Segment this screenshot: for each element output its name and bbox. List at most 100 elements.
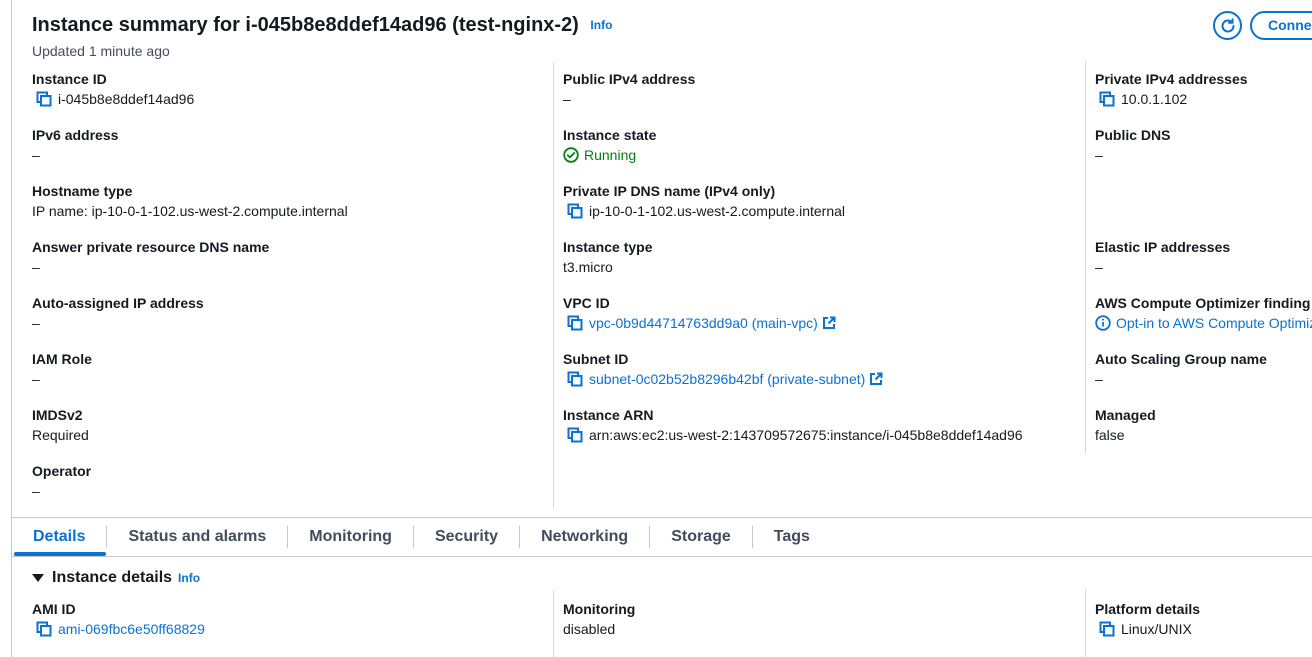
field-value-text: 10.0.1.102 bbox=[1121, 91, 1188, 107]
field-instance-state: Instance state Running bbox=[563, 125, 656, 165]
field-label: IAM Role bbox=[32, 351, 92, 367]
page-title-text: Instance summary for i-045b8e8ddef14ad96… bbox=[32, 14, 579, 36]
field-value-text: – bbox=[32, 259, 40, 275]
caret-down-icon bbox=[32, 574, 44, 582]
field-label: IMDSv2 bbox=[32, 407, 83, 423]
field-value-text: – bbox=[1095, 259, 1103, 275]
field-value-text: Linux/UNIX bbox=[1121, 621, 1192, 637]
field-value: – bbox=[1095, 369, 1312, 389]
field-value[interactable]: ami-069fbc6e50ff68829 bbox=[32, 619, 205, 639]
field-value: – bbox=[563, 89, 695, 109]
field-value-text: false bbox=[1095, 427, 1125, 443]
field-value-text: arn:aws:ec2:us-west-2:143709572675:insta… bbox=[589, 427, 1023, 443]
field-label: Instance state bbox=[563, 127, 657, 143]
field-value-text: – bbox=[32, 147, 40, 163]
column-divider bbox=[1085, 62, 1086, 454]
copy-icon[interactable] bbox=[567, 315, 583, 331]
copy-icon[interactable] bbox=[1099, 91, 1115, 107]
field-label: Hostname type bbox=[32, 183, 133, 199]
field-label: Private IPv4 addresses bbox=[1095, 71, 1248, 87]
copy-icon[interactable] bbox=[567, 203, 583, 219]
field-aws-compute-optimizer-finding: AWS Compute Optimizer finding Opt-in to A… bbox=[1095, 293, 1312, 333]
tab-monitoring[interactable]: Monitoring bbox=[288, 518, 413, 556]
field-private-ip-dns-name-ipv4-only: Private IP DNS name (IPv4 only) ip-10-0-1… bbox=[563, 181, 845, 221]
field-label: Instance type bbox=[563, 239, 653, 255]
copy-icon[interactable] bbox=[36, 91, 52, 107]
copy-icon[interactable] bbox=[1099, 621, 1115, 637]
field-public-ipv4-address: Public IPv4 address – bbox=[563, 69, 695, 109]
field-value-text: Running bbox=[584, 147, 637, 163]
tab-storage[interactable]: Storage bbox=[650, 518, 752, 556]
field-value-text: i-045b8e8ddef14ad96 bbox=[58, 91, 195, 107]
field-value: IP name: ip-10-0-1-102.us-west-2.compute… bbox=[32, 201, 348, 221]
info-link[interactable]: Info bbox=[590, 18, 612, 32]
tab-tags[interactable]: Tags bbox=[753, 518, 831, 556]
tab-status-and-alarms[interactable]: Status and alarms bbox=[107, 518, 287, 556]
copy-icon[interactable] bbox=[567, 371, 583, 387]
field-value-text: – bbox=[32, 371, 40, 387]
field-label: IPv6 address bbox=[32, 127, 119, 143]
field-value: Running bbox=[563, 145, 656, 165]
page-title: Instance summary for i-045b8e8ddef14ad96… bbox=[32, 14, 612, 37]
success-icon bbox=[563, 147, 579, 163]
field-hostname-type: Hostname type IP name: ip-10-0-1-102.us-w… bbox=[32, 181, 348, 221]
field-private-ipv4-addresses: Private IPv4 addresses 10.0.1.102 bbox=[1095, 69, 1312, 109]
copy-icon[interactable] bbox=[36, 621, 52, 637]
field-value[interactable]: Opt-in to AWS Compute Optimizer for reco… bbox=[1095, 313, 1312, 333]
field-ami-id: AMI ID ami-069fbc6e50ff68829 bbox=[32, 599, 205, 639]
external-link-icon bbox=[870, 372, 883, 385]
refresh-button[interactable] bbox=[1213, 11, 1242, 40]
field-label: Public DNS bbox=[1095, 127, 1171, 143]
field-value-text[interactable]: Opt-in to AWS Compute Optimizer for reco… bbox=[1116, 313, 1312, 333]
field-label: AMI ID bbox=[32, 601, 76, 617]
field-value: i-045b8e8ddef14ad96 bbox=[32, 89, 194, 109]
field-value-text: t3.micro bbox=[563, 259, 613, 275]
field-value: – bbox=[32, 257, 269, 277]
field-value-text[interactable]: subnet-0c02b52b8296b42bf (private-subnet… bbox=[589, 369, 865, 389]
field-value: – bbox=[1095, 145, 1312, 165]
connect-button[interactable]: Connect bbox=[1250, 11, 1312, 40]
field-managed: Managed false bbox=[1095, 405, 1312, 445]
field-label: Platform details bbox=[1095, 601, 1201, 617]
field-imdsv2: IMDSv2 Required bbox=[32, 405, 89, 445]
column-divider bbox=[553, 590, 554, 657]
info-icon bbox=[1095, 315, 1111, 331]
field-label: Operator bbox=[32, 463, 92, 479]
section-title: Instance details bbox=[52, 569, 173, 586]
tab-bar: Details Status and alarms Monitoring Securi… bbox=[12, 518, 831, 556]
field-label: Monitoring bbox=[563, 601, 636, 617]
field-vpc-id: VPC ID vpc-0b9d44714763dd9a0 (main-vpc) bbox=[563, 293, 836, 333]
field-auto-scaling-group-name: Auto Scaling Group name – bbox=[1095, 349, 1312, 389]
field-label: AWS Compute Optimizer finding bbox=[1095, 295, 1311, 311]
field-label: Managed bbox=[1095, 407, 1156, 423]
field-public-dns: Public DNS – bbox=[1095, 125, 1312, 165]
field-instance-type: Instance type t3.micro bbox=[563, 237, 652, 277]
field-value-text: – bbox=[1095, 371, 1103, 387]
field-value: Linux/UNIX bbox=[1095, 619, 1200, 639]
field-platform-details: Platform details Linux/UNIX bbox=[1095, 599, 1200, 639]
field-value-text[interactable]: ami-069fbc6e50ff68829 bbox=[58, 619, 205, 639]
instance-details-header[interactable]: Instance details Info bbox=[32, 569, 200, 587]
tab-security[interactable]: Security bbox=[414, 518, 519, 556]
field-auto-assigned-ip-address: Auto-assigned IP address – bbox=[32, 293, 204, 333]
column-divider bbox=[1085, 590, 1086, 657]
column-divider bbox=[553, 62, 554, 508]
field-label: Private IP DNS name (IPv4 only) bbox=[563, 183, 776, 199]
tab-details[interactable]: Details bbox=[12, 518, 107, 556]
field-label: Instance ARN bbox=[563, 407, 654, 423]
field-value[interactable]: vpc-0b9d44714763dd9a0 (main-vpc) bbox=[563, 313, 836, 333]
field-instance-arn: Instance ARN arn:aws:ec2:us-west-2:143709… bbox=[563, 405, 1023, 445]
field-value: false bbox=[1095, 425, 1312, 445]
field-value[interactable]: subnet-0c02b52b8296b42bf (private-subnet… bbox=[563, 369, 883, 389]
copy-icon[interactable] bbox=[567, 427, 583, 443]
field-value-text[interactable]: vpc-0b9d44714763dd9a0 (main-vpc) bbox=[589, 313, 818, 333]
field-value-text: disabled bbox=[563, 621, 616, 637]
field-instance-id: Instance ID i-045b8e8ddef14ad96 bbox=[32, 69, 194, 109]
external-link-icon bbox=[822, 316, 836, 329]
field-value-text: Required bbox=[32, 427, 89, 443]
info-link[interactable]: Info bbox=[178, 571, 200, 585]
tab-networking[interactable]: Networking bbox=[520, 518, 649, 556]
field-value: – bbox=[32, 145, 118, 165]
field-label: Auto-assigned IP address bbox=[32, 295, 204, 311]
field-answer-private-resource-dns-name: Answer private resource DNS name – bbox=[32, 237, 269, 277]
